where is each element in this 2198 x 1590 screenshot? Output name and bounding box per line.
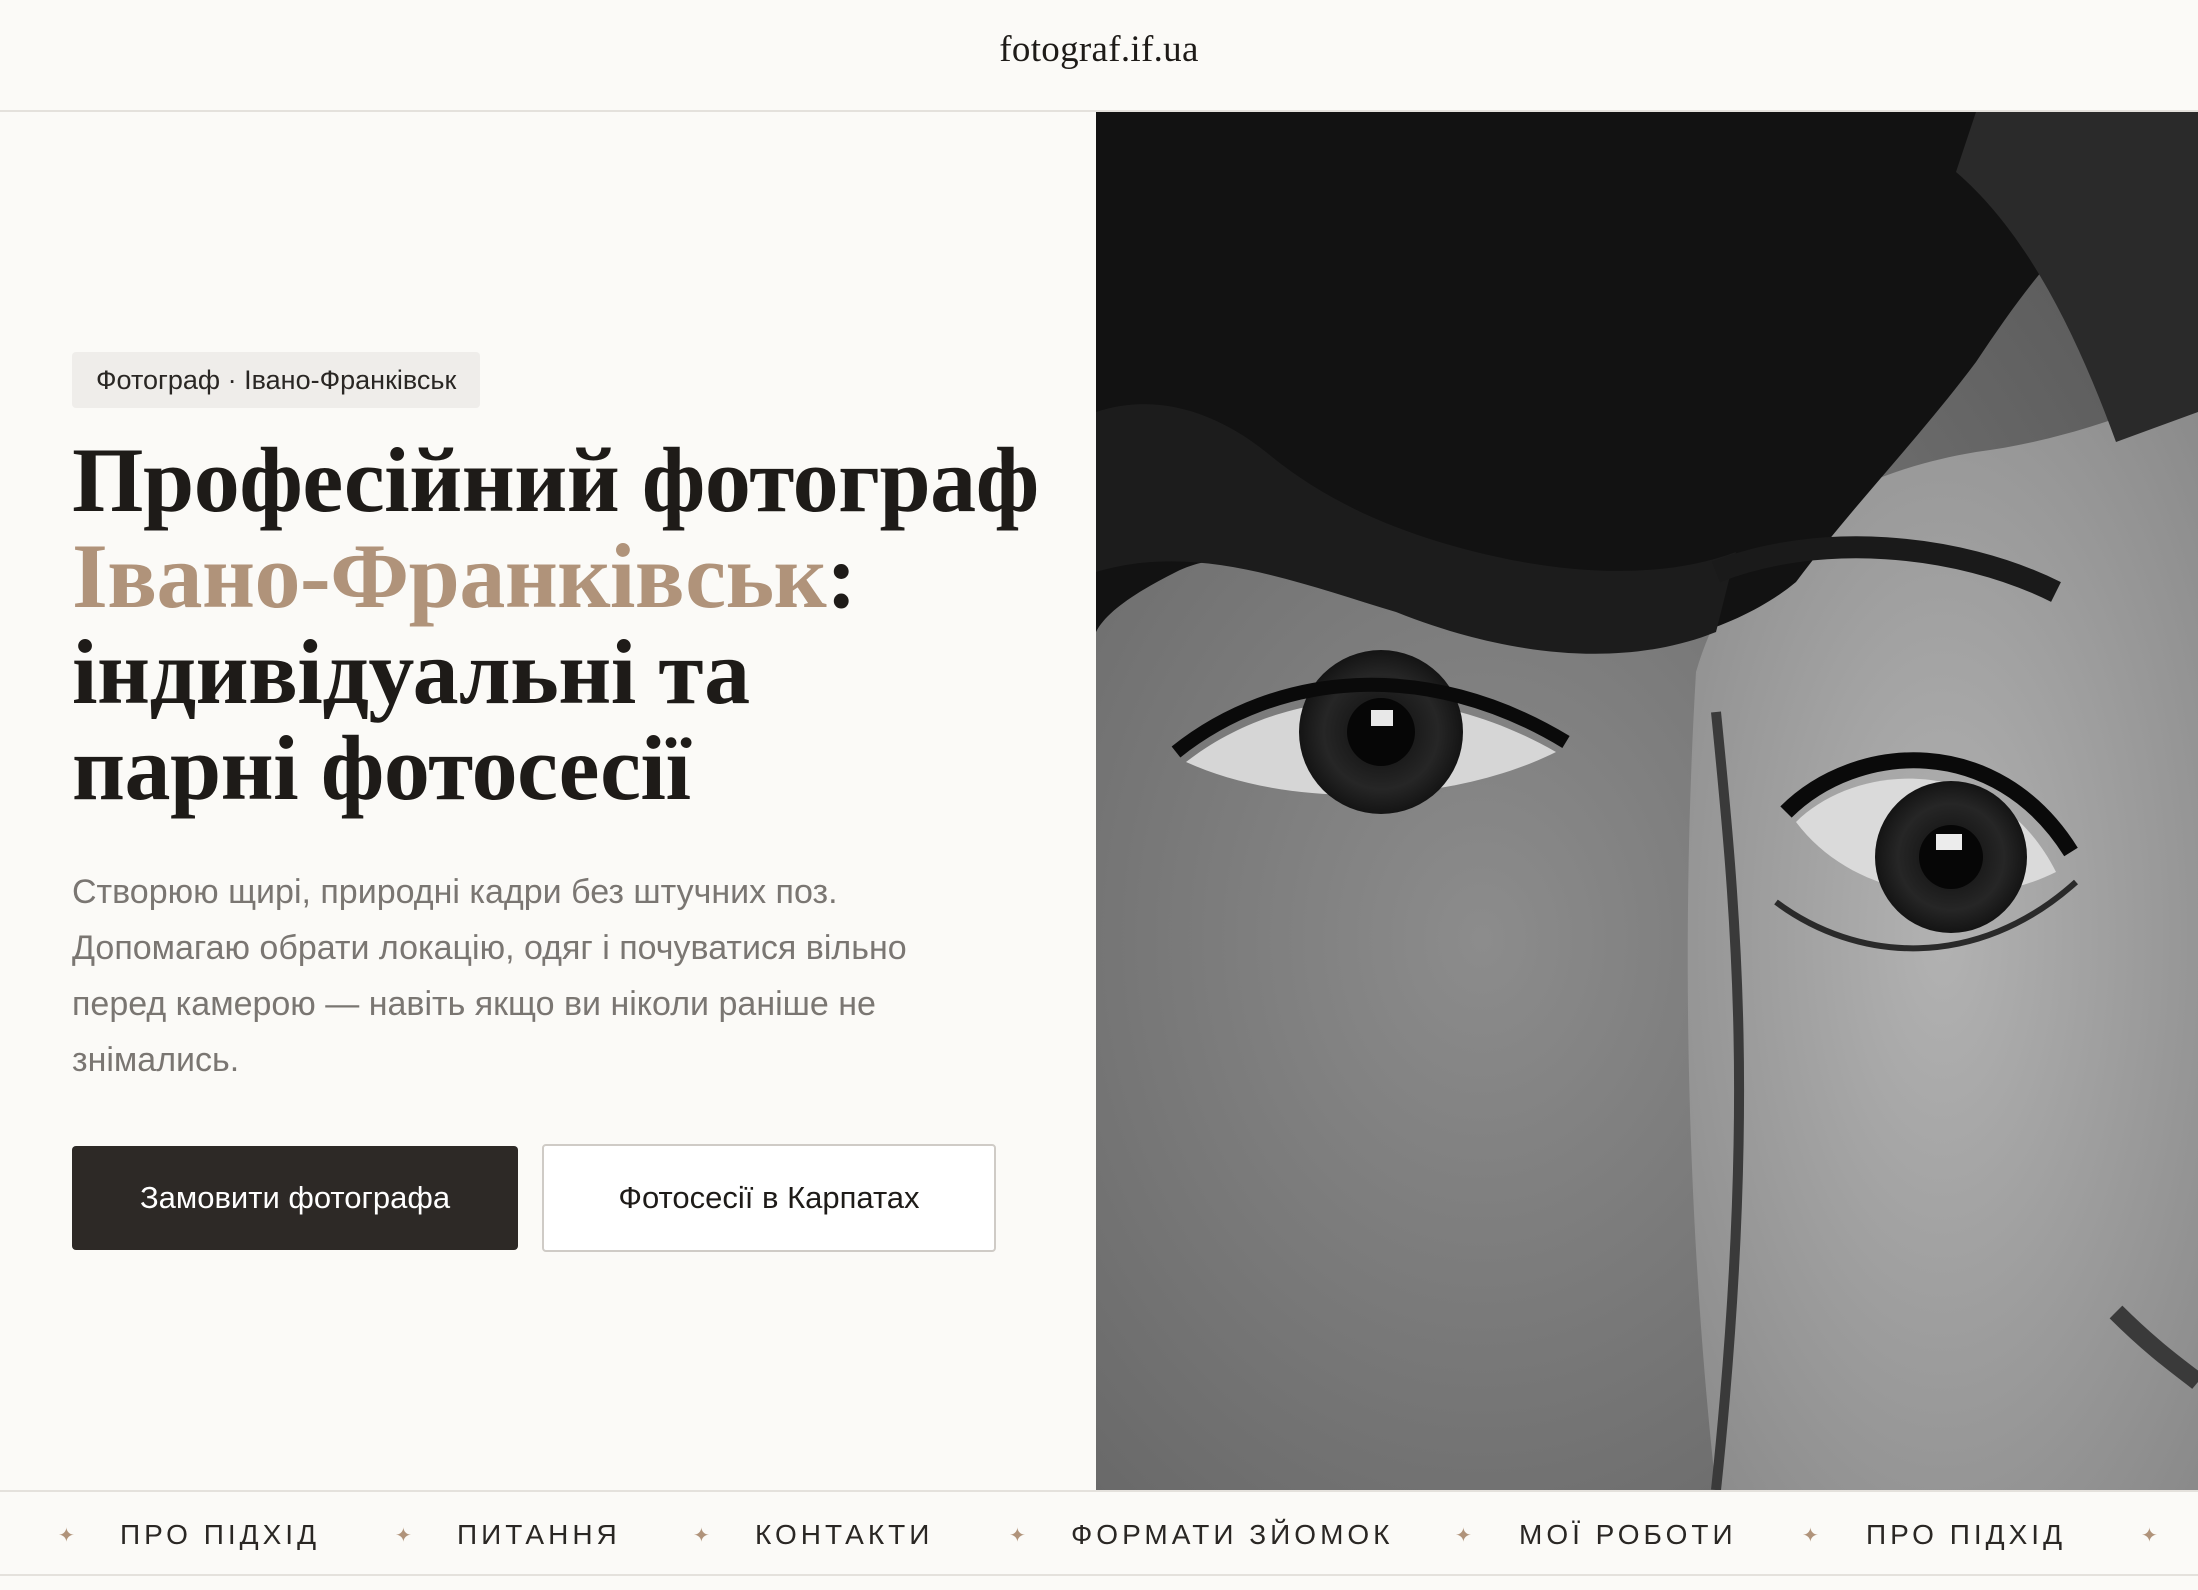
star-separator-icon: ✦: [58, 1524, 75, 1547]
headline-accent-city: Івано-Франківськ: [72, 525, 827, 627]
marquee-link-approach[interactable]: ПРО ПІДХІД: [120, 1492, 320, 1578]
hero-content: Фотограф · Івано-Франківськ Професійний …: [0, 112, 1096, 1490]
marquee-link-contacts[interactable]: КОНТАКТИ: [755, 1492, 933, 1578]
headline-line-4: парні фотосесії: [72, 717, 691, 819]
hero-photo: [1096, 112, 2198, 1490]
location-tag: Фотограф · Івано-Франківськ: [72, 352, 481, 408]
star-separator-icon: ✦: [1009, 1524, 1026, 1547]
site-header: fotograf.if.ua: [0, 0, 2198, 112]
hero-description: Створюю щирі, природні кадри без штучних…: [72, 873, 907, 1079]
site-logo[interactable]: fotograf.if.ua: [999, 28, 1198, 71]
carpathians-photoshoot-button[interactable]: Фотосесії в Карпатах: [542, 1144, 996, 1252]
marquee-link-formats[interactable]: ФОРМАТИ ЗЙОМОК: [1071, 1492, 1393, 1578]
book-photographer-button[interactable]: Замовити фотографа: [72, 1146, 518, 1250]
star-separator-icon: ✦: [1802, 1524, 1819, 1547]
portrait-image: [1096, 112, 2198, 1490]
headline-colon: :: [826, 525, 857, 627]
star-separator-icon: ✦: [2141, 1524, 2158, 1547]
headline-line-3: індивідуальні та: [72, 621, 750, 723]
marquee-link-approach-repeat[interactable]: ПРО ПІДХІД: [1866, 1492, 2066, 1578]
star-separator-icon: ✦: [395, 1524, 412, 1547]
star-separator-icon: ✦: [693, 1524, 710, 1547]
headline-line-1: Професійний фотограф: [72, 429, 1039, 531]
marquee-link-works[interactable]: МОЇ РОБОТИ: [1519, 1492, 1737, 1578]
hero-headline: Професійний фотограф Івано-Франківськ: і…: [72, 432, 1082, 816]
star-separator-icon: ✦: [1455, 1524, 1472, 1547]
section-marquee: ✦ ПРО ПІДХІД ✦ ПИТАННЯ ✦ КОНТАКТИ ✦ ФОРМ…: [0, 1490, 2198, 1576]
marquee-link-questions[interactable]: ПИТАННЯ: [457, 1492, 621, 1578]
